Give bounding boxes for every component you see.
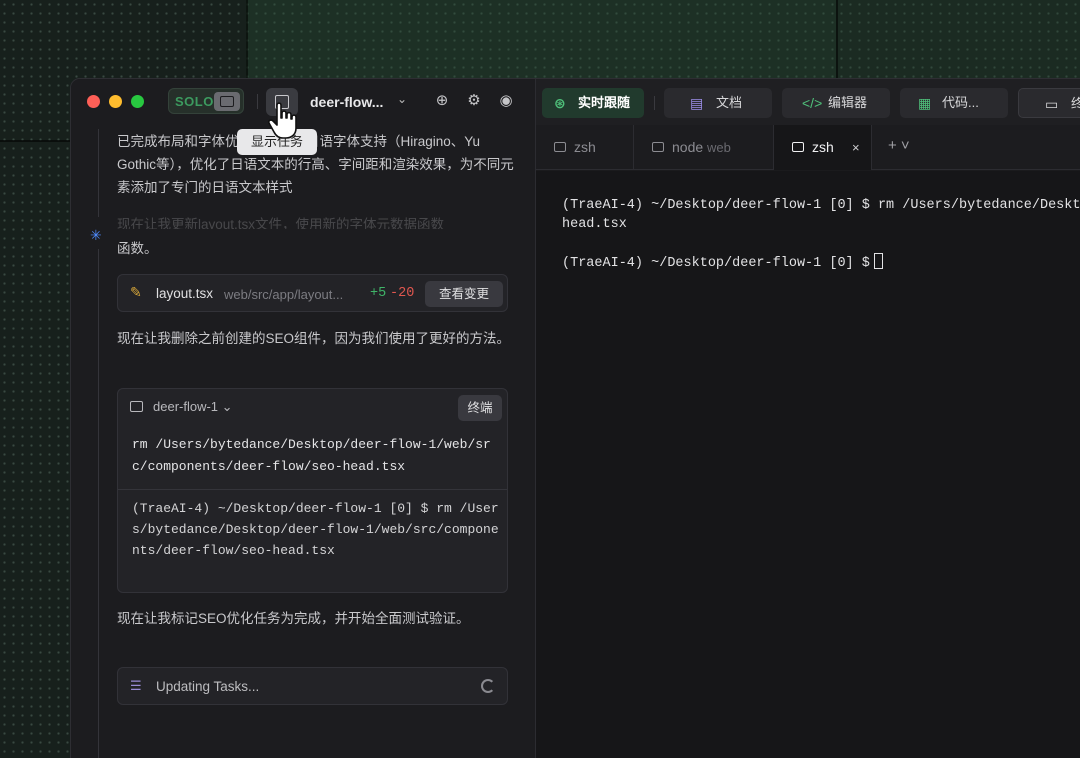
terminal-icon — [792, 142, 804, 152]
view-tabs: ⊛ 实时跟随 ▤ 文档 </> 编辑器 ▦ 代码... ▭ 终 — [536, 79, 1080, 125]
task-status-card[interactable]: ☰ Updating Tasks... — [117, 667, 508, 705]
chevron-down-icon[interactable]: ⌄ — [397, 92, 407, 106]
tab-terminal[interactable]: ▭ 终 — [1018, 88, 1080, 118]
divider — [118, 489, 507, 490]
minimize-window-button[interactable] — [109, 95, 122, 108]
new-terminal-button[interactable]: + ˅ — [888, 137, 910, 154]
file-path: web/src/app/layout... — [224, 287, 344, 302]
terminal-command-card: deer-flow-1 ⌄ 终端 rm /Users/bytedance/Des… — [117, 388, 508, 593]
doc-icon: ▤ — [690, 95, 704, 111]
message-text-faded: 现在让我更新layout.tsx文件，使用新的字体元数据函数 — [117, 217, 445, 229]
file-name: layout.tsx — [156, 286, 214, 301]
task-list-icon: ☰ — [130, 678, 142, 693]
divider — [257, 94, 258, 109]
terminal-prompt: (TraeAI-4) ~/Desktop/deer-flow-1 [0] $ — [562, 253, 883, 271]
loading-spinner-icon: ✳ — [90, 227, 102, 243]
tab-terminal-zsh-active[interactable]: zsh × — [774, 125, 872, 170]
thread-line — [98, 249, 99, 758]
terminal-output: (TraeAI-4) ~/Desktop/deer-flow-1 [0] $ r… — [132, 501, 499, 558]
background-tint — [246, 0, 836, 78]
tab-code[interactable]: ▦ 代码... — [900, 88, 1008, 118]
close-window-button[interactable] — [87, 95, 100, 108]
code-icon: </> — [802, 95, 823, 111]
terminal-cursor — [873, 253, 883, 269]
divider — [654, 96, 655, 110]
terminal-tabs: zsh node web zsh × + ˅ — [536, 125, 1080, 170]
message-text: 现在让我标记SEO优化任务为完成，并开始全面测试验证。 — [117, 611, 470, 626]
solo-mode-toggle[interactable]: SOLO — [168, 88, 244, 114]
account-icon[interactable]: ◉ — [496, 91, 516, 111]
new-chat-icon[interactable]: ⊕ — [432, 91, 452, 111]
ide-window: SOLO deer-flow... ⌄ ⊕ ⚙ ◉ 显示任务 已完成布局和字体优… — [70, 78, 1080, 758]
task-status-label: Updating Tasks... — [156, 679, 260, 694]
message-text: 现在让我删除之前创建的SEO组件，因为我们使用了更好的方法。 — [117, 331, 511, 346]
background-divider — [246, 0, 248, 78]
chat-pane: SOLO deer-flow... ⌄ ⊕ ⚙ ◉ 显示任务 已完成布局和字体优… — [71, 79, 535, 758]
tab-docs[interactable]: ▤ 文档 — [664, 88, 772, 118]
terminal-icon — [652, 142, 664, 152]
table-icon: ▦ — [918, 95, 932, 111]
hand-cursor-icon — [268, 102, 297, 139]
terminal-output-area[interactable]: (TraeAI-4) ~/Desktop/deer-flow-1 [0] $ r… — [536, 171, 1080, 758]
tab-editor[interactable]: </> 编辑器 — [782, 88, 890, 118]
terminal-line: (TraeAI-4) ~/Desktop/deer-flow-1 [0] $ r… — [562, 198, 1080, 213]
open-terminal-button[interactable]: 终端 — [458, 395, 502, 421]
background-divider — [836, 0, 838, 78]
follow-icon: ⊛ — [554, 95, 566, 111]
background-divider — [0, 140, 70, 142]
chat-topbar: SOLO deer-flow... ⌄ ⊕ ⚙ ◉ — [71, 79, 535, 125]
loading-spinner-icon — [481, 679, 495, 693]
terminal-selector[interactable]: deer-flow-1 ⌄ — [153, 399, 233, 415]
gear-icon[interactable]: ⚙ — [464, 91, 484, 111]
tab-terminal-zsh[interactable]: zsh — [536, 125, 634, 170]
project-name[interactable]: deer-flow... — [310, 94, 383, 110]
zoom-window-button[interactable] — [131, 95, 144, 108]
background-tint — [836, 0, 1080, 78]
edit-icon: ✎ — [130, 284, 142, 300]
terminal-icon — [130, 401, 143, 412]
terminal-command: rm /Users/bytedance/Desktop/deer-flow-1/… — [132, 437, 491, 474]
message-text: 函数。 — [117, 241, 158, 256]
deletions-count: -20 — [390, 286, 415, 301]
terminal-line: head.tsx — [562, 217, 627, 232]
close-icon[interactable]: × — [852, 125, 860, 170]
solo-label: SOLO — [175, 94, 214, 109]
terminal-icon — [554, 142, 566, 152]
robot-icon — [214, 92, 240, 111]
tab-live-follow[interactable]: ⊛ 实时跟随 — [542, 88, 644, 118]
thread-line — [98, 129, 99, 217]
file-change-card[interactable]: ✎ layout.tsx web/src/app/layout... +5 -2… — [117, 274, 508, 312]
additions-count: +5 — [370, 286, 387, 301]
terminal-icon: ▭ — [1045, 96, 1059, 112]
workspace-pane: ⊛ 实时跟随 ▤ 文档 </> 编辑器 ▦ 代码... ▭ 终 — [535, 79, 1080, 758]
tab-terminal-node[interactable]: node web — [634, 125, 774, 170]
view-changes-button[interactable]: 查看变更 — [425, 281, 503, 307]
